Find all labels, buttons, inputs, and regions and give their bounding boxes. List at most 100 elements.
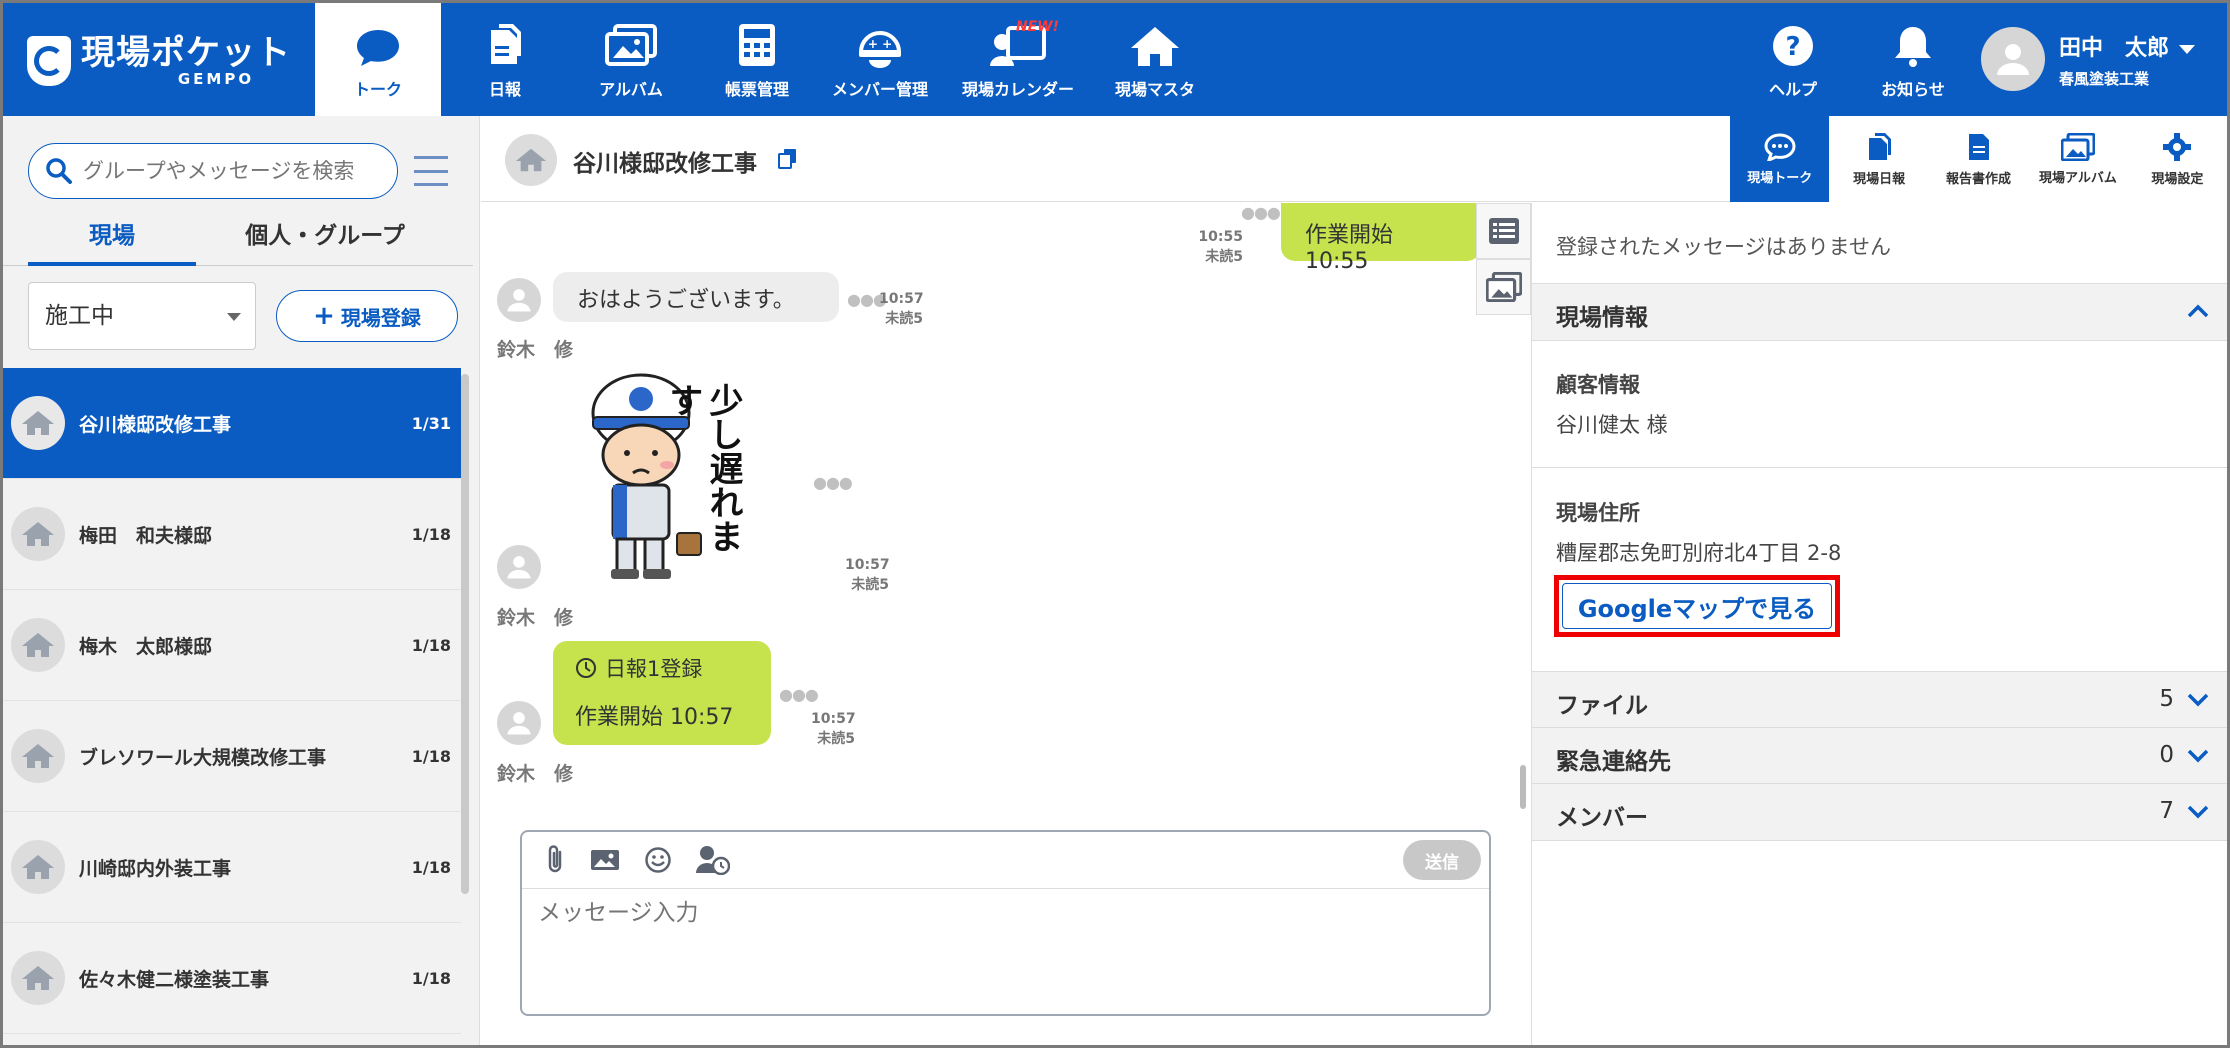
sender-avatar[interactable] (497, 545, 541, 589)
site-item[interactable]: 梅田 和夫様邸 1/18 (3, 479, 461, 590)
message-time: 10:57 (811, 711, 856, 727)
search-box[interactable] (28, 143, 398, 199)
site-item[interactable]: 川崎邸内外装工事 1/18 (3, 812, 461, 923)
message-composer: 送信 (520, 830, 1491, 1016)
nav-site-master[interactable]: 現場マスタ (1103, 3, 1207, 116)
members-section[interactable]: メンバー 7 (1532, 783, 2227, 841)
emoji-button[interactable] (644, 846, 672, 874)
site-item[interactable]: 梅木 太郎様邸 1/18 (3, 590, 461, 701)
attach-button[interactable] (544, 844, 566, 876)
tab-site-daily-report[interactable]: 現場日報 (1829, 116, 1928, 202)
tab-label: 報告書作成 (1946, 171, 2012, 187)
tab-site-settings[interactable]: 現場設定 (2128, 116, 2227, 202)
site-name: 川崎邸内外装工事 (79, 857, 232, 880)
avatar (1981, 27, 2045, 91)
album-icon (2060, 132, 2095, 161)
emergency-contacts-section[interactable]: 緊急連絡先 0 (1532, 727, 2227, 785)
more-icon[interactable]: ●●● (813, 473, 853, 492)
sticker-text: 少し遅れます (663, 383, 743, 553)
message-meta: 10:57 未読5 (845, 555, 890, 595)
nav-help[interactable]: ? ヘルプ (1743, 3, 1843, 116)
bell-icon (1895, 27, 1931, 67)
tab-personal-groups[interactable]: 個人・グループ (215, 216, 435, 266)
nav-album[interactable]: アルバム (577, 3, 685, 116)
chat-site-avatar (505, 134, 557, 186)
nav-notifications[interactable]: お知らせ (1863, 3, 1963, 116)
status-select[interactable]: 施工中 (28, 282, 256, 350)
message-time: 10:55 (1198, 229, 1243, 245)
tab-sites[interactable]: 現場 (28, 216, 196, 266)
house-icon (22, 744, 54, 768)
nav-talk[interactable]: トーク (315, 3, 441, 116)
google-map-button[interactable]: Googleマップで見る (1562, 583, 1832, 629)
chevron-down-icon (227, 313, 241, 321)
more-icon[interactable]: ●●● (779, 685, 819, 704)
image-button[interactable] (590, 848, 620, 872)
gear-icon (2163, 132, 2192, 161)
message-time: 10:57 (845, 557, 890, 573)
svg-text:+ +: + + (868, 37, 892, 51)
message-bubble-outgoing[interactable]: 作業開始 10:55 (1281, 203, 1481, 274)
sender-name: 鈴木 修 (497, 763, 574, 785)
gallery-view-button[interactable] (1476, 259, 1531, 315)
list-view-button[interactable] (1476, 203, 1531, 259)
chevron-up-icon (2187, 304, 2209, 318)
site-name: 梅田 和夫様邸 (79, 524, 213, 547)
send-button[interactable]: 送信 (1403, 840, 1481, 880)
sender-avatar[interactable] (497, 278, 541, 322)
nav-label: 現場カレンダー (961, 80, 1074, 99)
more-icon[interactable]: ●●● (1241, 203, 1281, 222)
user-menu[interactable]: 田中 太郎 春風塗装工業 (1981, 27, 2196, 91)
section-label: 現場情報 (1556, 305, 1648, 331)
nav-calendar[interactable]: NEW! 現場カレンダー (953, 3, 1083, 116)
copy-icon[interactable] (778, 148, 798, 170)
site-avatar (11, 951, 65, 1005)
site-info-header[interactable]: 現場情報 (1532, 283, 2227, 341)
section-label: 緊急連絡先 (1556, 749, 1671, 775)
message-bubble-report[interactable]: 日報1登録 作業開始 10:57 (553, 641, 771, 745)
user-company: 春風塗装工業 (2059, 69, 2150, 88)
menu-icon[interactable] (414, 156, 448, 186)
nav-members[interactable]: + + メンバー管理 (821, 3, 939, 116)
chat-scrollbar[interactable] (1520, 765, 1526, 809)
files-section[interactable]: ファイル 5 (1532, 671, 2227, 729)
person-clock-icon (696, 846, 730, 875)
section-count: 0 (2159, 742, 2174, 768)
image-icon (591, 850, 619, 870)
nav-label: 帳票管理 (724, 80, 789, 99)
right-tabs: 現場トーク 現場日報 報告書作成 現場アルバム 現場設定 (1730, 116, 2227, 202)
nav-daily-report[interactable]: 日報 (453, 3, 557, 116)
site-item[interactable]: 谷川様邸改修工事 1/31 (3, 368, 461, 479)
logo[interactable]: 現場ポケット GEMPO (27, 33, 291, 89)
message-meta: 10:55 未読5 (1171, 227, 1243, 267)
message-text: おはようございます。 (577, 288, 795, 313)
sidebar-tabs: 現場 個人・グループ (3, 216, 473, 266)
site-avatar (11, 618, 65, 672)
tab-site-talk[interactable]: 現場トーク (1730, 116, 1830, 202)
sidebar-scrollbar[interactable] (461, 374, 469, 894)
nav-forms[interactable]: 帳票管理 (705, 3, 809, 116)
tab-site-album[interactable]: 現場アルバム (2028, 116, 2127, 202)
site-info-panel: 登録されたメッセージはありません 現場情報 顧客情報 谷川健太 様 現場住所 糟… (1531, 203, 2227, 1045)
tab-label: 現場トーク (1747, 170, 1813, 186)
site-item[interactable]: ブレソワール大規模改修工事 1/18 (3, 701, 461, 812)
message-bubble-incoming[interactable]: おはようございます。 (553, 272, 839, 322)
document-copy-icon (1869, 132, 1892, 160)
add-site-label: 現場登録 (340, 305, 421, 330)
message-input[interactable] (538, 900, 1458, 926)
add-site-button[interactable]: + 現場登録 (276, 290, 458, 342)
map-button-highlight: Googleマップで見る (1554, 575, 1840, 637)
search-input[interactable] (83, 159, 383, 183)
sender-name: 鈴木 修 (497, 607, 574, 629)
chevron-down-icon (2187, 749, 2209, 763)
site-item[interactable]: 佐々木健二様塗装工事 1/18 (3, 923, 461, 1034)
sticker[interactable]: 少し遅れます (581, 373, 771, 583)
tab-report-create[interactable]: 報告書作成 (1929, 116, 2028, 202)
sender-avatar[interactable] (497, 701, 541, 745)
site-count: 1/18 (411, 857, 451, 877)
sidebar: 現場 個人・グループ 施工中 + 現場登録 谷川様邸改修工事 1/31 梅田 和… (3, 116, 480, 1045)
album-icon (1485, 272, 1522, 302)
address-label: 現場住所 (1556, 501, 1640, 525)
site-name: 梅木 太郎様邸 (79, 635, 213, 658)
schedule-button[interactable] (696, 845, 730, 875)
